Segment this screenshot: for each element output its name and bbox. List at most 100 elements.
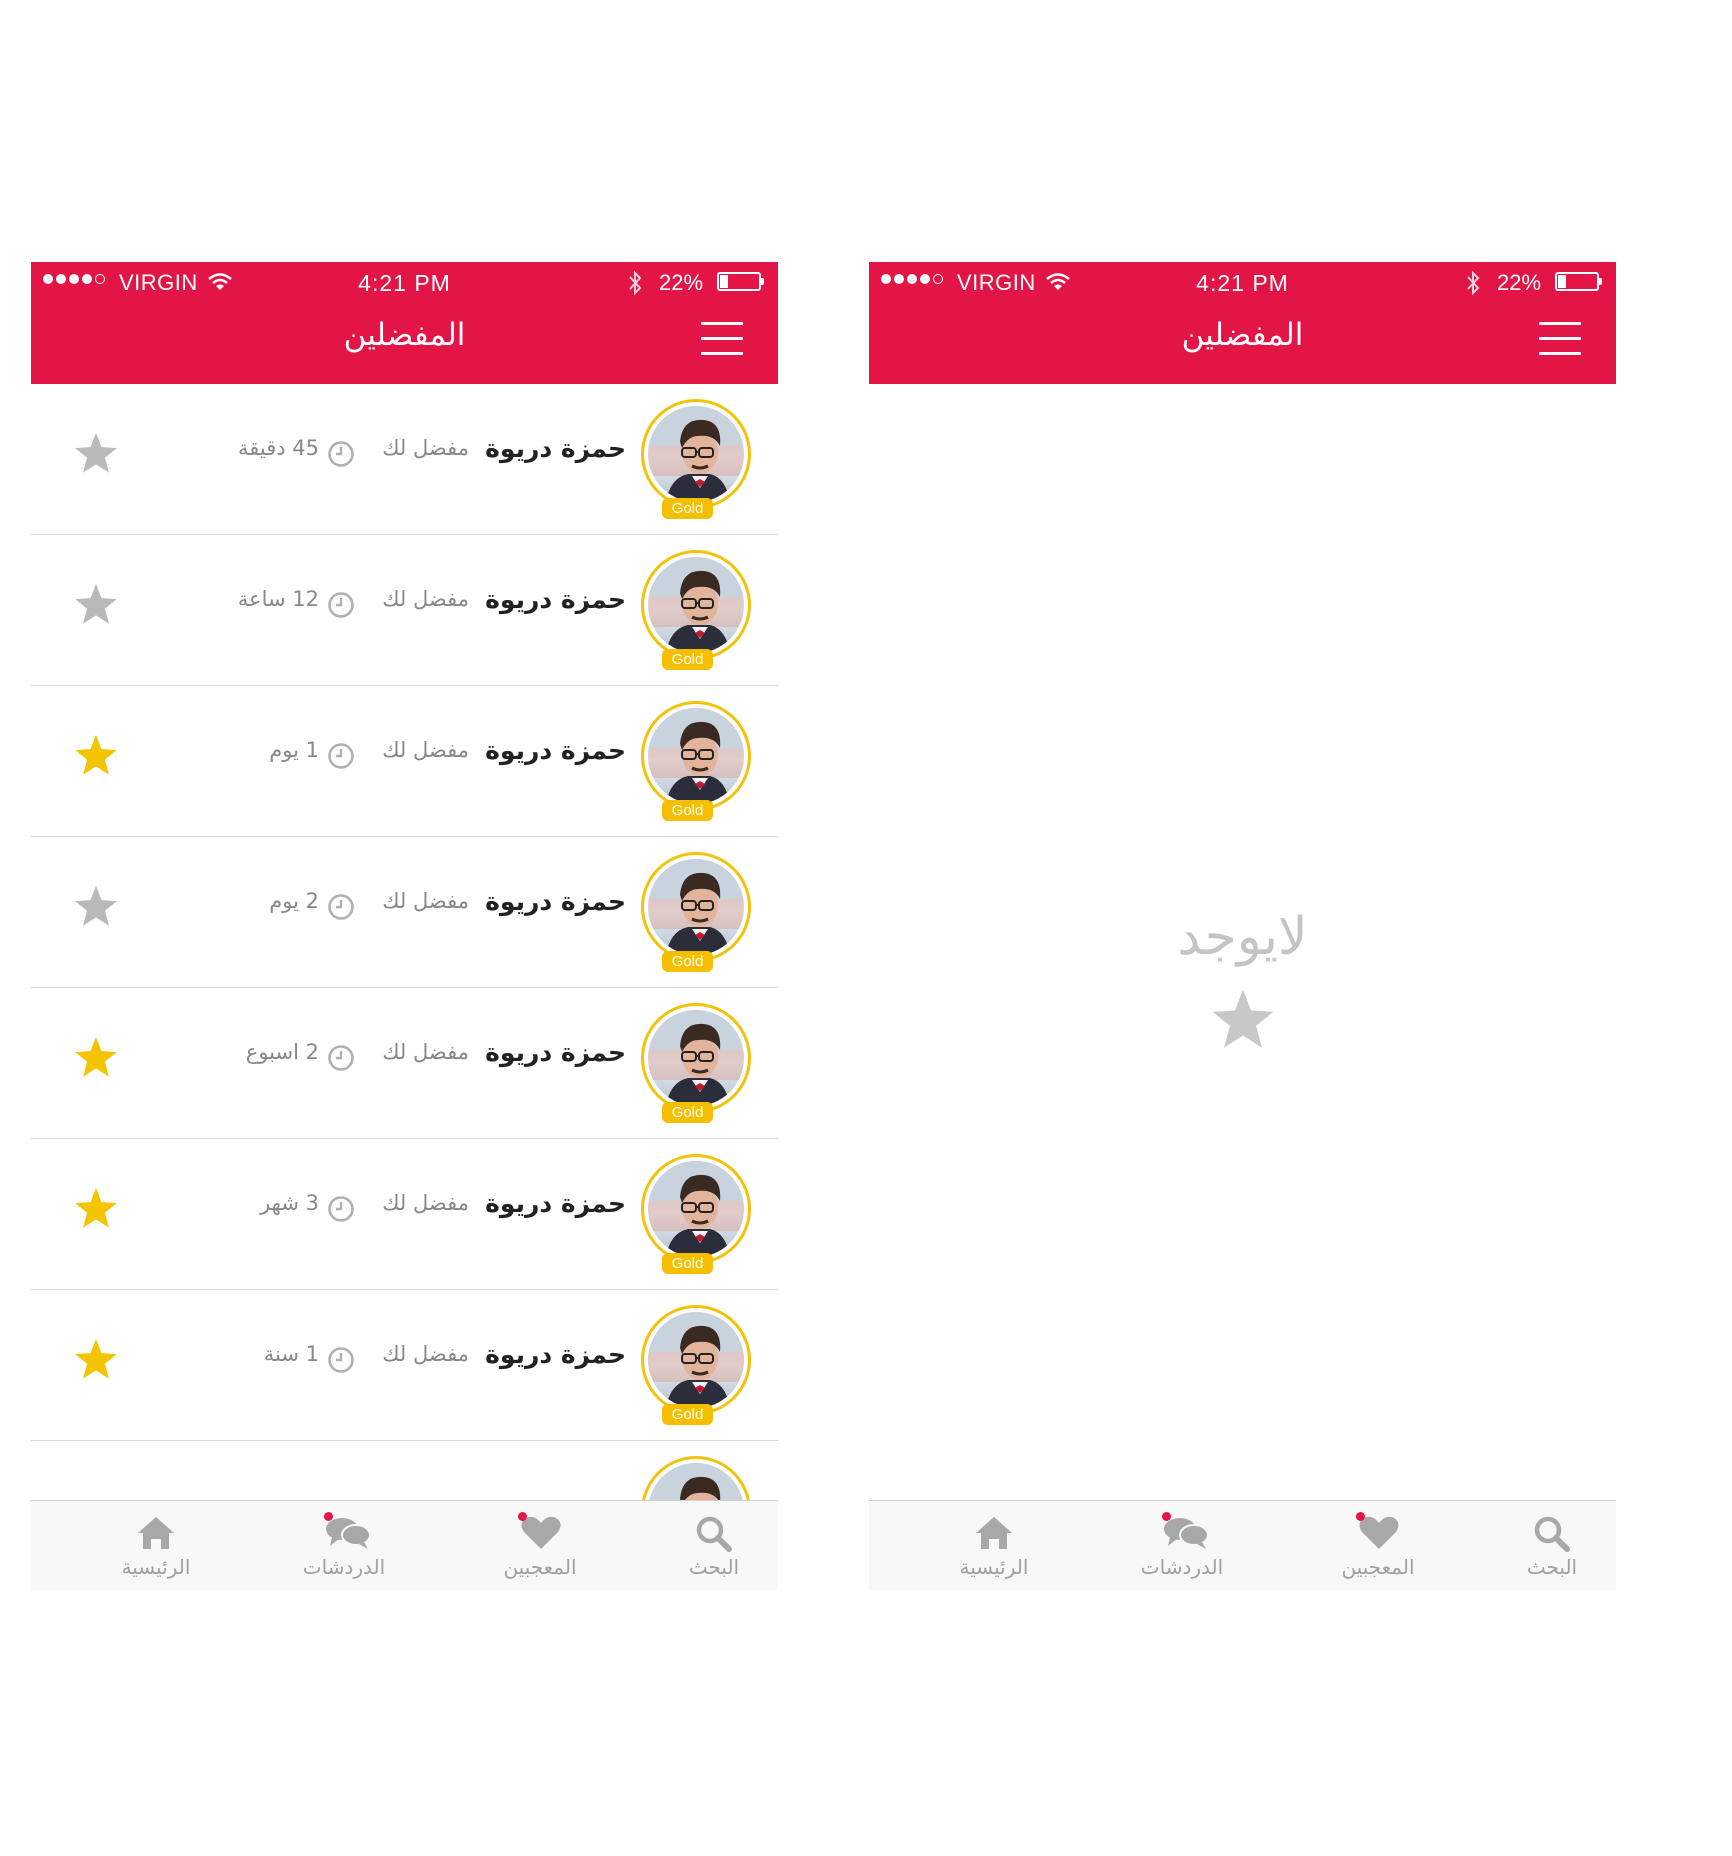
avatar[interactable] [641,852,751,962]
clock-icon [327,591,355,623]
clock-icon [327,742,355,774]
gold-badge: Gold [662,951,713,972]
hamburger-menu-button[interactable] [701,322,745,356]
tab-chat[interactable]: الدردشات [274,1501,414,1590]
gold-badge: Gold [662,800,713,821]
tab-home[interactable]: الرئيسية [86,1501,226,1590]
tab-label: البحث [688,1555,740,1579]
tab-label: الرئيسية [959,1555,1029,1579]
star-icon [1212,989,1274,1048]
star-icon[interactable] [74,885,118,931]
time-ago: 2 اسبوع [245,1040,319,1064]
tab-label: البحث [1526,1555,1578,1579]
empty-state-text: لايوجد [1177,907,1308,967]
tab-chat[interactable]: الدردشات [1112,1501,1252,1590]
gold-badge: Gold [662,498,713,519]
star-icon[interactable] [74,432,118,478]
gold-badge: Gold [662,1253,713,1274]
favorited-label: مفضل لك [382,587,469,611]
favorites-empty-screen: VIRGIN 4:21 PM 22% المفضلين لايوجد الرئي… [869,262,1616,1590]
favorite-row[interactable]: Gold حمزة دريوة مفضل لك 3 شهر [31,1139,778,1290]
tab-label: المعجبين [503,1555,577,1579]
user-name[interactable]: حمزة دريوة [485,887,626,916]
status-bar: VIRGIN 4:21 PM 22% [869,262,1616,302]
avatar[interactable] [641,1154,751,1264]
gold-badge: Gold [662,1404,713,1425]
favorite-row[interactable]: Gold حمزة دريوة مفضل لك 12 ساعة [31,535,778,686]
avatar[interactable] [641,1003,751,1113]
page-title: المفضلين [343,317,466,353]
notification-dot [1356,1512,1365,1521]
favorited-label: مفضل لك [382,889,469,913]
time-ago: 2 يوم [269,889,319,913]
tab-label: المعجبين [1341,1555,1415,1579]
favorited-label: مفضل لك [382,1342,469,1366]
heart-icon [520,1515,562,1555]
battery-percent: 22% [659,270,704,295]
tab-heart[interactable]: المعجبين [470,1501,610,1590]
avatar[interactable] [641,1305,751,1415]
tab-home[interactable]: الرئيسية [924,1501,1064,1590]
home-icon [136,1515,176,1555]
star-icon[interactable] [74,1187,118,1233]
user-name[interactable]: حمزة دريوة [485,585,626,614]
bluetooth-icon [1467,270,1480,296]
user-name[interactable]: حمزة دريوة [485,1038,626,1067]
clock-icon [327,893,355,925]
chat-icon [1162,1515,1210,1555]
top-bar: VIRGIN 4:21 PM 22% المفضلين [869,262,1616,384]
tab-label: الدردشات [1140,1555,1224,1579]
home-icon [974,1515,1014,1555]
star-icon[interactable] [74,1338,118,1384]
tab-bar: الرئيسية الدردشات المعجبين البحث [31,1500,778,1590]
notification-dot [324,1512,333,1521]
favorited-label: مفضل لك [382,1040,469,1064]
notification-dot [518,1512,527,1521]
time-ago: 1 يوم [269,738,319,762]
avatar[interactable] [641,399,751,509]
notification-dot [1162,1512,1171,1521]
favorite-row[interactable]: Gold حمزة دريوة مفضل لك 45 دقيقة [31,384,778,535]
favorited-label: مفضل لك [382,1191,469,1215]
page-title: المفضلين [1181,317,1304,353]
user-name[interactable]: حمزة دريوة [485,434,626,463]
user-name[interactable]: حمزة دريوة [485,736,626,765]
time-ago: 12 ساعة [237,587,319,611]
user-name[interactable]: حمزة دريوة [485,1340,626,1369]
tab-search[interactable]: البحث [644,1501,778,1590]
hamburger-menu-button[interactable] [1539,322,1583,356]
star-icon[interactable] [74,1036,118,1082]
user-name[interactable]: حمزة دريوة [485,1189,626,1218]
search-icon [1532,1515,1572,1557]
search-icon [694,1515,734,1557]
favorite-row[interactable]: Gold حمزة دريوة مفضل لك 1 سنة [31,1290,778,1441]
time-ago: 45 دقيقة [237,436,319,460]
tab-bar: الرئيسية الدردشات المعجبين البحث [869,1500,1616,1590]
tab-label: الرئيسية [121,1555,191,1579]
tab-search[interactable]: البحث [1482,1501,1616,1590]
avatar[interactable] [641,550,751,660]
tab-label: الدردشات [302,1555,386,1579]
battery-percent: 22% [1497,270,1542,295]
clock-icon [327,1044,355,1076]
top-bar: VIRGIN 4:21 PM 22% المفضلين [31,262,778,384]
tab-heart[interactable]: المعجبين [1308,1501,1448,1590]
favorite-row[interactable]: Gold حمزة دريوة مفضل لك 1 يوم [31,686,778,837]
clock-icon [327,1346,355,1378]
battery-icon [1555,272,1599,291]
battery-icon [717,272,761,291]
time-ago: 1 سنة [263,1342,319,1366]
bluetooth-icon [629,270,642,296]
favorite-row[interactable]: Gold حمزة دريوة مفضل لك 2 اسبوع [31,988,778,1139]
favorited-label: مفضل لك [382,436,469,460]
clock-icon [327,440,355,472]
favorited-label: مفضل لك [382,738,469,762]
time-ago: 3 شهر [260,1191,319,1215]
clock-icon [327,1195,355,1227]
favorite-row[interactable]: Gold حمزة دريوة مفضل لك 2 يوم [31,837,778,988]
status-bar: VIRGIN 4:21 PM 22% [31,262,778,302]
star-icon[interactable] [74,734,118,780]
star-icon[interactable] [74,583,118,629]
favorites-list-screen: VIRGIN 4:21 PM 22% المفضلين Gold حمزة دري… [31,262,778,1590]
avatar[interactable] [641,701,751,811]
